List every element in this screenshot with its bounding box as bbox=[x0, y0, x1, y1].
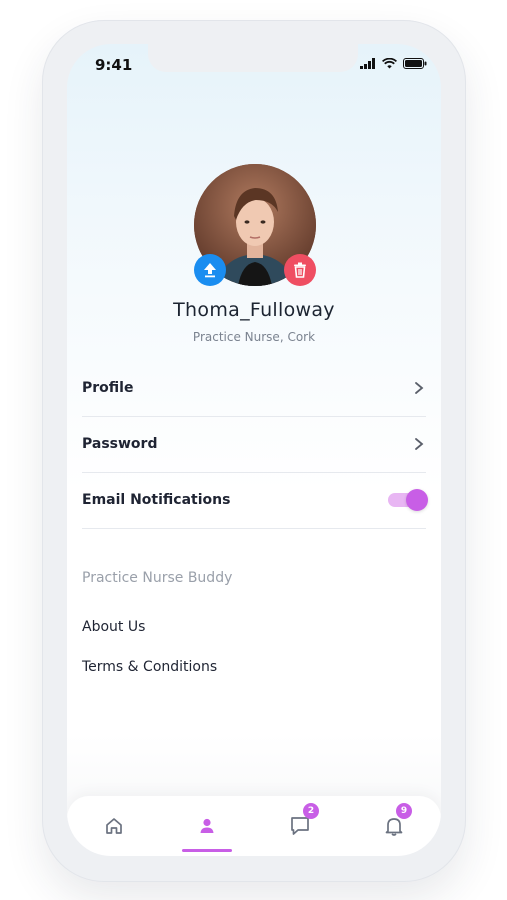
status-time: 9:41 bbox=[95, 56, 133, 74]
signal-icon bbox=[360, 58, 375, 69]
messages-count-badge: 2 bbox=[303, 803, 319, 819]
chevron-right-icon bbox=[415, 438, 424, 450]
menu-item-email-notifications: Email Notifications bbox=[82, 472, 428, 529]
bottom-tab-bar: 2 9 bbox=[67, 796, 441, 856]
menu-item-label: Password bbox=[82, 436, 158, 452]
status-icons bbox=[360, 58, 427, 69]
tab-profile[interactable] bbox=[193, 812, 221, 840]
phone-frame: 9:41 Thoma_Fulloway Practice Nurse, Cork… bbox=[42, 20, 466, 882]
upload-photo-button[interactable] bbox=[194, 254, 226, 286]
home-icon bbox=[106, 818, 122, 834]
upload-icon bbox=[204, 263, 216, 278]
about-us-link[interactable]: About Us bbox=[82, 619, 145, 635]
menu-item-label: Profile bbox=[82, 380, 134, 396]
menu-item-profile[interactable]: Profile bbox=[82, 360, 426, 417]
terms-conditions-link[interactable]: Terms & Conditions bbox=[82, 659, 217, 675]
menu-item-password[interactable]: Password bbox=[82, 416, 426, 473]
chevron-right-icon bbox=[415, 382, 424, 394]
menu-item-label: Email Notifications bbox=[82, 492, 231, 508]
device-notch bbox=[148, 44, 358, 72]
tab-home[interactable] bbox=[100, 812, 128, 840]
user-icon bbox=[200, 818, 214, 833]
notifications-count-badge: 9 bbox=[396, 803, 412, 819]
active-tab-indicator bbox=[182, 849, 232, 852]
battery-icon bbox=[403, 58, 427, 69]
tab-messages[interactable]: 2 bbox=[286, 803, 319, 840]
email-notifications-toggle[interactable] bbox=[388, 489, 428, 511]
wifi-icon bbox=[382, 58, 397, 69]
delete-photo-button[interactable] bbox=[284, 254, 316, 286]
tab-notifications[interactable]: 9 bbox=[380, 803, 412, 840]
toggle-knob bbox=[406, 489, 428, 511]
trash-icon bbox=[294, 262, 306, 278]
profile-subtitle: Practice Nurse, Cork bbox=[192, 330, 316, 344]
app-screen: 9:41 Thoma_Fulloway Practice Nurse, Cork… bbox=[67, 44, 441, 856]
section-title: Practice Nurse Buddy bbox=[82, 570, 233, 586]
avatar-container bbox=[194, 164, 316, 286]
profile-username: Thoma_Fulloway bbox=[173, 299, 335, 321]
